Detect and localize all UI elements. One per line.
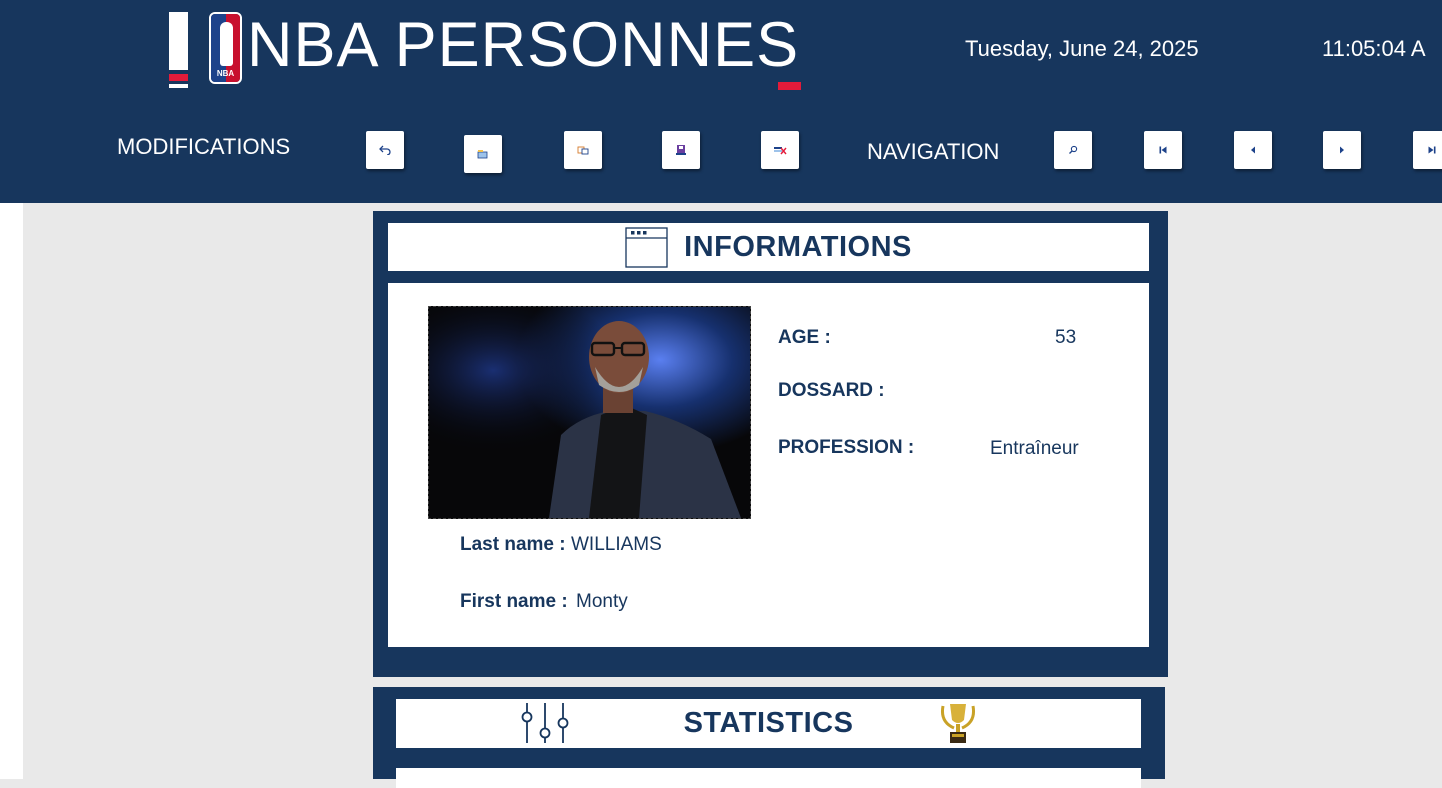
next-record-button[interactable]: [1323, 131, 1361, 169]
navigation-label: NAVIGATION: [867, 139, 1000, 164]
age-value: 53: [1055, 327, 1077, 348]
app-header: NBA NBA PERSONNES Tuesday, June 24, 2025…: [0, 0, 1442, 203]
lastname-label: Last name :: [460, 534, 566, 555]
profession-value: Entraîneur: [990, 438, 1079, 459]
firstname-label: First name :: [460, 591, 568, 612]
undo-icon: [379, 145, 391, 155]
last-record-icon: [1428, 146, 1436, 154]
first-record-button[interactable]: [1144, 131, 1182, 169]
statistics-body: [396, 768, 1141, 788]
statistics-header: STATISTICS: [396, 699, 1141, 748]
profession-label: PROFESSION :: [778, 437, 915, 458]
dossard-label: DOSSARD :: [778, 380, 885, 401]
copy-icon: [577, 146, 589, 155]
title-accent: [778, 82, 801, 90]
left-margin-strip: [0, 203, 23, 779]
current-time: 11:05:04 A: [1322, 36, 1426, 61]
nba-logo: NBA: [209, 12, 242, 84]
new-record-button[interactable]: [464, 135, 502, 173]
informations-panel: INFORMATIONS Last name: WILLIAMS First …: [373, 211, 1168, 677]
lastname-value: WILLIAMS: [571, 534, 662, 555]
app-title: NBA PERSONNES: [247, 10, 800, 80]
informations-body: Last name : WILLIAMS First name : Monty …: [388, 283, 1149, 647]
informations-title: INFORMATIONS: [684, 230, 912, 263]
exclamation-logo: [169, 12, 188, 88]
new-record-icon: [477, 150, 488, 159]
search-button[interactable]: [1054, 131, 1092, 169]
age-label: AGE :: [778, 327, 831, 348]
modifications-label: MODIFICATIONS: [117, 134, 291, 159]
save-icon: [676, 145, 686, 155]
save-button[interactable]: [662, 131, 700, 169]
person-photo: [428, 306, 751, 519]
copy-button[interactable]: [564, 131, 602, 169]
last-record-button[interactable]: [1413, 131, 1442, 169]
coach-portrait-image: [429, 307, 750, 518]
delete-icon: [774, 147, 787, 155]
previous-record-button[interactable]: [1234, 131, 1272, 169]
informations-header: INFORMATIONS: [388, 223, 1149, 271]
current-date: Tuesday, June 24, 2025: [965, 36, 1199, 61]
trophy-icon: [941, 704, 975, 743]
next-record-icon: [1340, 146, 1344, 154]
delete-button[interactable]: [761, 131, 799, 169]
statistics-panel: STATISTICS: [373, 687, 1165, 788]
statistics-title: STATISTICS: [683, 707, 854, 739]
first-record-icon: [1159, 146, 1167, 154]
search-icon: [1069, 145, 1078, 154]
firstname-value: Monty: [576, 591, 628, 612]
previous-record-icon: [1251, 146, 1255, 154]
nba-logo-text: NBA: [216, 69, 235, 78]
sliders-icon: [521, 703, 569, 743]
window-icon: [625, 226, 668, 268]
undo-button[interactable]: [366, 131, 404, 169]
